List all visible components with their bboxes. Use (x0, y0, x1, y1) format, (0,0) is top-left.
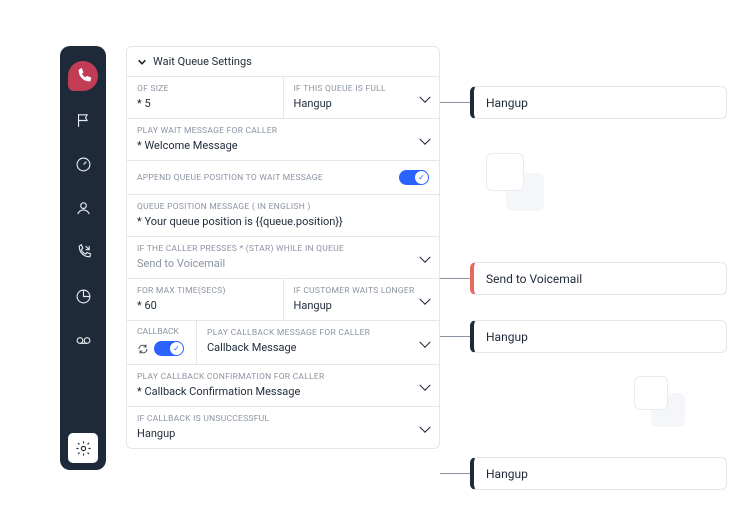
refresh-icon (137, 343, 149, 355)
deco-square (634, 376, 668, 410)
if-full-select[interactable]: IF THIS QUEUE IS FULL Hangup (284, 77, 440, 118)
append-pos-toggle[interactable] (399, 170, 429, 185)
wait-msg-label: PLAY WAIT MESSAGE FOR CALLER (137, 126, 429, 136)
size-label: OF SIZE (137, 84, 273, 94)
pill-text: Hangup (486, 330, 528, 344)
pos-msg-value: * Your queue position is {{queue.positio… (137, 215, 429, 228)
wait-msg-select[interactable]: PLAY WAIT MESSAGE FOR CALLER * Welcome M… (127, 119, 439, 160)
sidebar-settings-icon[interactable] (68, 433, 98, 463)
connector (440, 102, 470, 103)
pill-text: Hangup (486, 96, 528, 110)
waits-longer-label: IF CUSTOMER WAITS LONGER (294, 286, 430, 296)
star-press-label: IF THE CALLER PRESSES * (STAR) WHILE IN … (137, 244, 429, 254)
sidebar-pie-icon[interactable] (68, 281, 98, 311)
pill-hangup-1[interactable]: Hangup (470, 86, 727, 119)
pill-text: Hangup (486, 467, 528, 481)
deco-square (486, 153, 524, 191)
max-time-label: FOR MAX TIME(SECS) (137, 286, 273, 296)
if-full-label: IF THIS QUEUE IS FULL (294, 84, 430, 94)
sidebar-phone-icon[interactable] (68, 61, 98, 91)
panel-header[interactable]: Wait Queue Settings (127, 47, 439, 77)
panel-title: Wait Queue Settings (153, 55, 252, 68)
callback-toggle-cell: CALLBACK (127, 321, 197, 364)
callback-label: CALLBACK (137, 327, 188, 337)
callback-confirm-label: PLAY CALLBACK CONFIRMATION FOR CALLER (137, 372, 429, 382)
callback-fail-select[interactable]: IF CALLBACK IS UNSUCCESSFUL Hangup (127, 407, 439, 448)
max-time-field[interactable]: FOR MAX TIME(SECS) * 60 (127, 279, 284, 320)
pos-msg-label: QUEUE POSITION MESSAGE ( IN ENGLISH ) (137, 202, 429, 212)
callback-confirm-value: * Callback Confirmation Message (137, 385, 429, 398)
pill-voicemail[interactable]: Send to Voicemail (470, 262, 727, 295)
connector (440, 336, 470, 337)
star-press-select[interactable]: IF THE CALLER PRESSES * (STAR) WHILE IN … (127, 237, 439, 278)
max-time-value: * 60 (137, 299, 273, 312)
sidebar-gauge-icon[interactable] (68, 149, 98, 179)
callback-fail-label: IF CALLBACK IS UNSUCCESSFUL (137, 414, 429, 424)
size-value: * 5 (137, 97, 273, 110)
waits-longer-select[interactable]: IF CUSTOMER WAITS LONGER Hangup (284, 279, 440, 320)
sidebar-phone-out-icon[interactable] (68, 237, 98, 267)
callback-confirm-select[interactable]: PLAY CALLBACK CONFIRMATION FOR CALLER * … (127, 365, 439, 406)
sidebar (60, 46, 106, 470)
sidebar-user-icon[interactable] (68, 193, 98, 223)
connector (440, 473, 470, 474)
append-pos-label: APPEND QUEUE POSITION TO WAIT MESSAGE (137, 173, 323, 183)
sidebar-voicemail-icon[interactable] (68, 325, 98, 355)
sidebar-flag-icon[interactable] (68, 105, 98, 135)
chevron-down-icon (137, 57, 147, 67)
callback-toggle[interactable] (154, 341, 184, 356)
callback-msg-value: Callback Message (207, 341, 429, 354)
pos-msg-field[interactable]: QUEUE POSITION MESSAGE ( IN ENGLISH ) * … (127, 195, 439, 236)
pill-hangup-2[interactable]: Hangup (470, 320, 727, 353)
waits-longer-value: Hangup (294, 299, 430, 312)
pill-hangup-3[interactable]: Hangup (470, 457, 727, 490)
pill-text: Send to Voicemail (486, 272, 582, 286)
callback-msg-select[interactable]: PLAY CALLBACK MESSAGE FOR CALLER Callbac… (197, 321, 439, 364)
star-press-value: Send to Voicemail (137, 257, 429, 270)
wait-msg-value: * Welcome Message (137, 139, 429, 152)
callback-msg-label: PLAY CALLBACK MESSAGE FOR CALLER (207, 328, 429, 338)
wait-queue-panel: Wait Queue Settings OF SIZE * 5 IF THIS … (126, 46, 440, 449)
append-pos-row: APPEND QUEUE POSITION TO WAIT MESSAGE (127, 161, 439, 195)
callback-fail-value: Hangup (137, 427, 429, 440)
connector (440, 278, 470, 279)
size-field[interactable]: OF SIZE * 5 (127, 77, 284, 118)
if-full-value: Hangup (294, 97, 430, 110)
